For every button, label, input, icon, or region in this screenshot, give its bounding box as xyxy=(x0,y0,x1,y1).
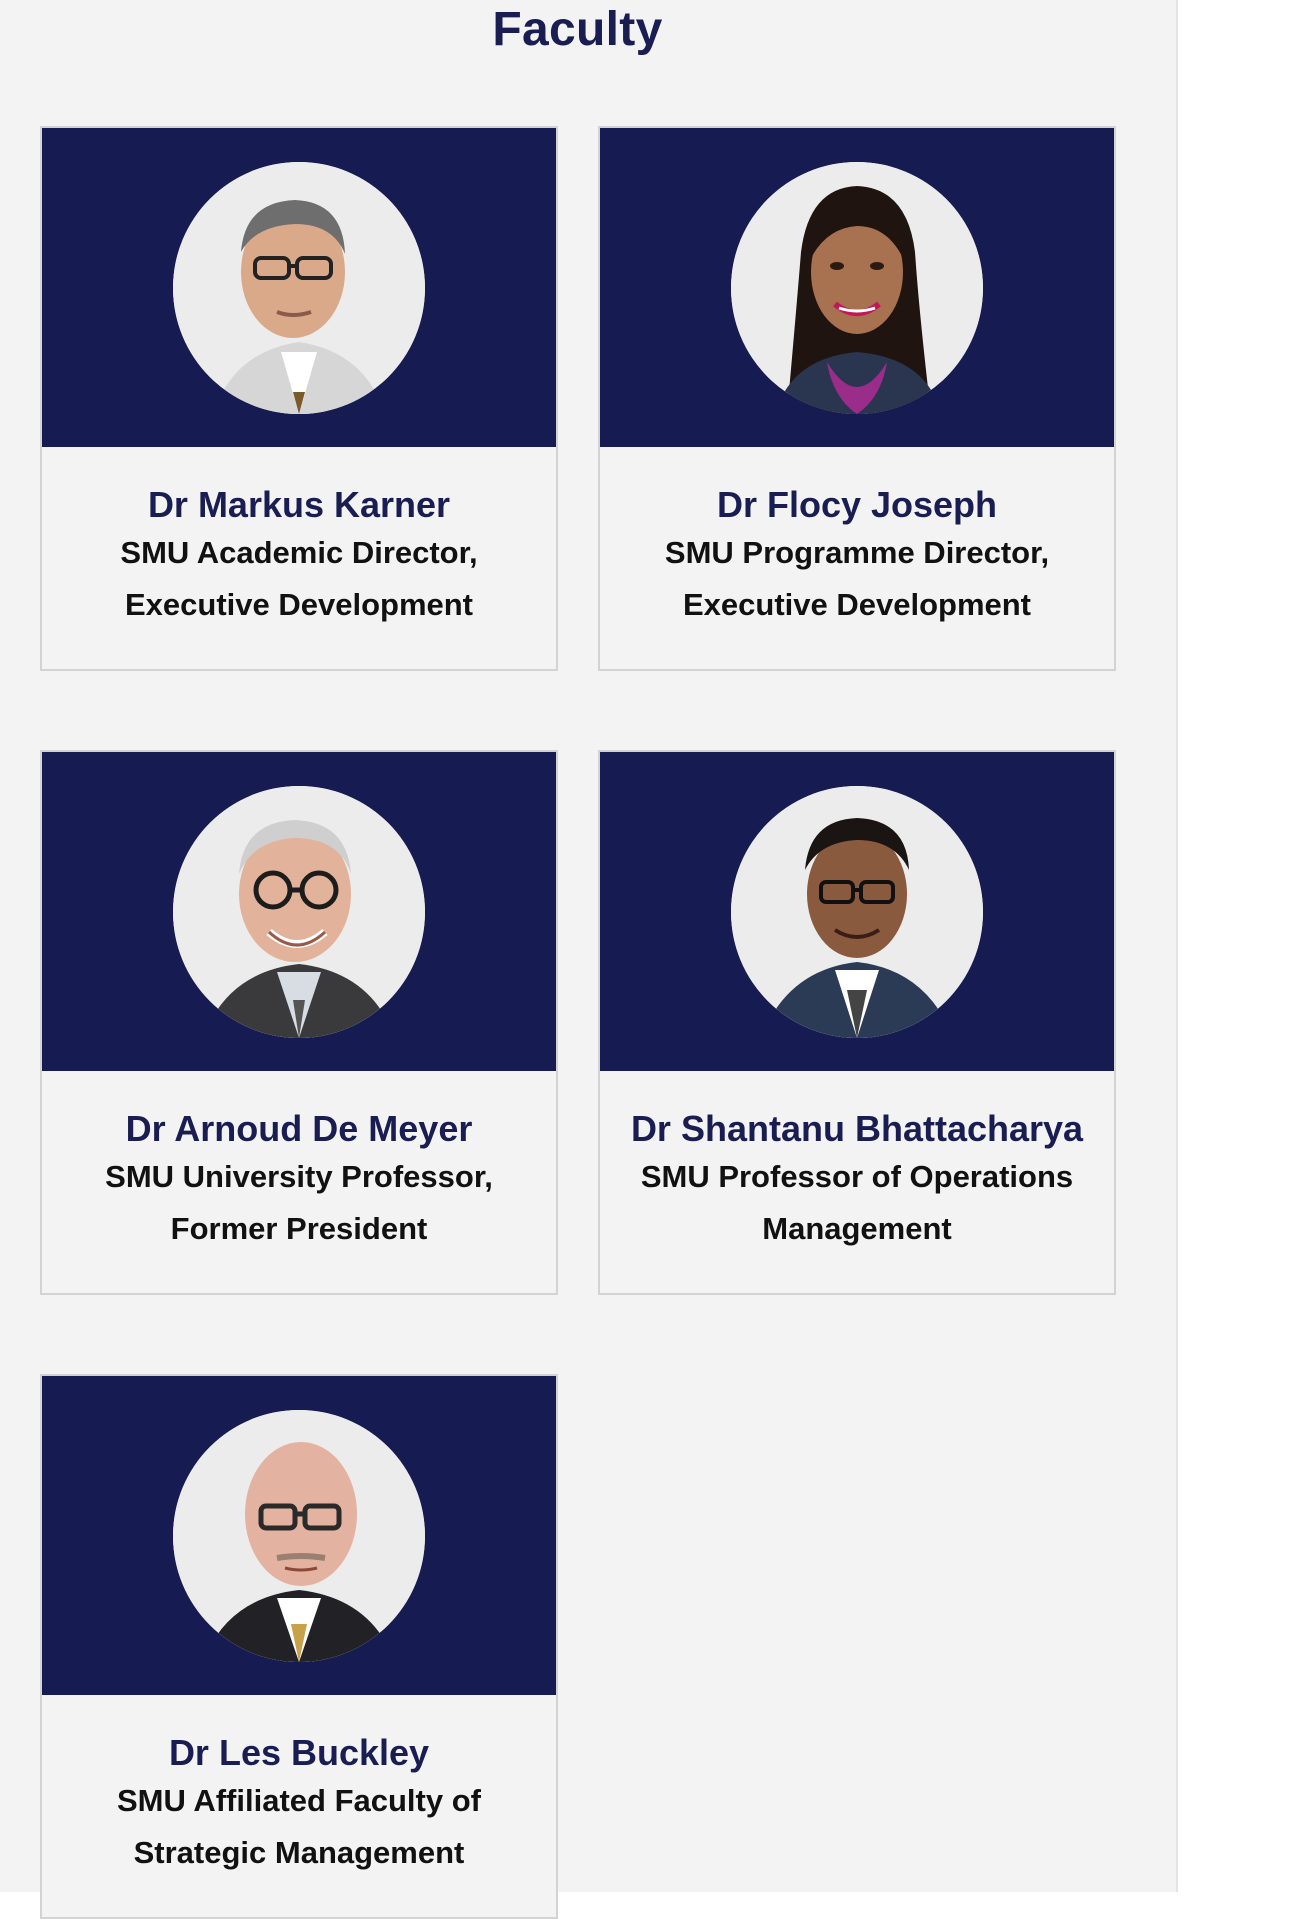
avatar xyxy=(731,786,983,1038)
photo-band xyxy=(600,128,1114,447)
avatar xyxy=(173,1410,425,1662)
photo-band xyxy=(42,1376,556,1695)
role-line-1: SMU Professor of Operations xyxy=(640,1159,1074,1194)
avatar xyxy=(173,786,425,1038)
faculty-role: SMU Academic Director, Executive Develop… xyxy=(42,527,556,631)
portrait-icon xyxy=(731,786,983,1038)
role-line-1: SMU Academic Director, xyxy=(120,535,478,570)
role-line-2: Former President xyxy=(170,1211,428,1246)
section-title: Faculty xyxy=(492,3,663,56)
role-line-1: SMU Programme Director, xyxy=(664,535,1050,570)
faculty-card-markus-karner[interactable]: Dr Markus Karner SMU Academic Director, … xyxy=(40,126,558,671)
faculty-name[interactable]: Dr Shantanu Bhattacharya xyxy=(600,1107,1114,1151)
faculty-card-shantanu-bhattacharya[interactable]: Dr Shantanu Bhattacharya SMU Professor o… xyxy=(598,750,1116,1295)
portrait-icon xyxy=(173,1410,425,1662)
role-line-2: Management xyxy=(762,1211,952,1246)
faculty-card-les-buckley[interactable]: Dr Les Buckley SMU Affiliated Faculty of… xyxy=(40,1374,558,1919)
faculty-card-arnoud-de-meyer[interactable]: Dr Arnoud De Meyer SMU University Profes… xyxy=(40,750,558,1295)
portrait-icon xyxy=(173,786,425,1038)
faculty-section: Faculty Dr Markus Karner SMU Academic Di… xyxy=(0,0,1178,1919)
faculty-role: SMU Affiliated Faculty of Strategic Mana… xyxy=(42,1775,556,1879)
photo-band xyxy=(42,752,556,1071)
card-body: Dr Flocy Joseph SMU Programme Director, … xyxy=(600,447,1114,669)
role-line-2: Executive Development xyxy=(124,587,474,622)
avatar xyxy=(731,162,983,414)
role-line-1: SMU Affiliated Faculty of xyxy=(117,1783,481,1818)
card-body: Dr Les Buckley SMU Affiliated Faculty of… xyxy=(42,1695,556,1917)
faculty-role: SMU Professor of Operations Management xyxy=(600,1151,1114,1255)
faculty-name[interactable]: Dr Arnoud De Meyer xyxy=(42,1107,556,1151)
role-line-2: Executive Development xyxy=(682,587,1032,622)
card-body: Dr Shantanu Bhattacharya SMU Professor o… xyxy=(600,1071,1114,1293)
faculty-card-flocy-joseph[interactable]: Dr Flocy Joseph SMU Programme Director, … xyxy=(598,126,1116,671)
faculty-role: SMU Programme Director, Executive Develo… xyxy=(600,527,1114,631)
card-body: Dr Markus Karner SMU Academic Director, … xyxy=(42,447,556,669)
portrait-icon xyxy=(173,162,425,414)
card-body: Dr Arnoud De Meyer SMU University Profes… xyxy=(42,1071,556,1293)
faculty-name[interactable]: Dr Markus Karner xyxy=(42,483,556,527)
role-line-2: Strategic Management xyxy=(133,1835,465,1870)
photo-band xyxy=(600,752,1114,1071)
faculty-name[interactable]: Dr Les Buckley xyxy=(42,1731,556,1775)
faculty-role: SMU University Professor, Former Preside… xyxy=(42,1151,556,1255)
avatar xyxy=(173,162,425,414)
portrait-icon xyxy=(731,162,983,414)
role-line-1: SMU University Professor, xyxy=(105,1159,493,1194)
photo-band xyxy=(42,128,556,447)
faculty-name[interactable]: Dr Flocy Joseph xyxy=(600,483,1114,527)
